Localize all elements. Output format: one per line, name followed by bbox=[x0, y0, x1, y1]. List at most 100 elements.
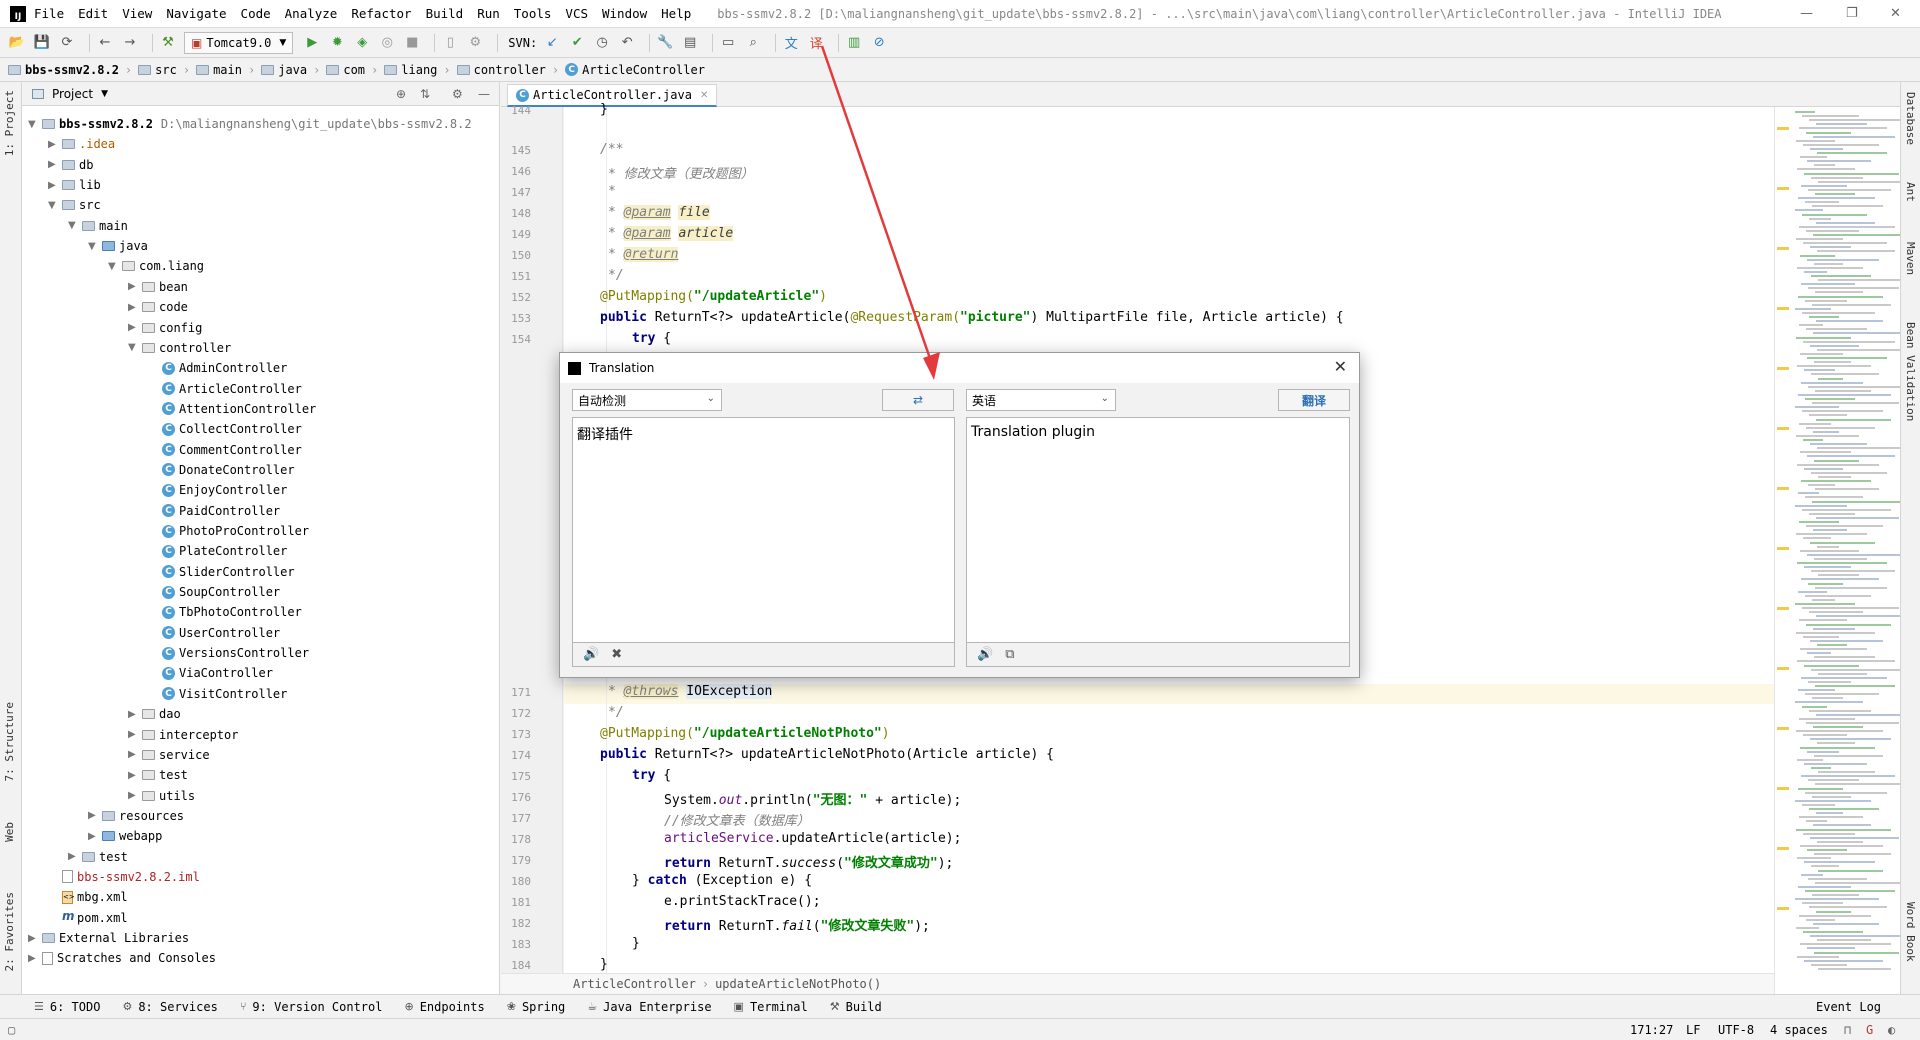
chevron-right-icon[interactable]: ▶ bbox=[88, 831, 102, 842]
tree-item[interactable]: C CollectController bbox=[148, 419, 302, 439]
save-all-icon[interactable]: 💾 bbox=[33, 34, 51, 52]
stop-icon[interactable]: ■ bbox=[403, 34, 421, 52]
menu-build[interactable]: Build bbox=[426, 6, 464, 21]
tree-item[interactable]: ▶ db bbox=[48, 155, 93, 175]
minimap-marker[interactable] bbox=[1777, 247, 1789, 250]
history-icon[interactable]: ◷ bbox=[593, 34, 611, 52]
source-text-area[interactable]: 翻译插件 bbox=[572, 417, 955, 643]
tree-item[interactable]: ▼ src bbox=[48, 195, 101, 215]
tab-word-book[interactable]: Word Book bbox=[1904, 902, 1917, 962]
minimap-marker[interactable] bbox=[1777, 307, 1789, 310]
breadcrumb-item[interactable]: controller bbox=[456, 63, 546, 77]
tree-item[interactable]: C PaidController bbox=[148, 501, 280, 521]
indent-setting[interactable]: 4 spaces bbox=[1770, 1023, 1828, 1037]
tree-item[interactable]: <> mbg.xml bbox=[48, 887, 128, 907]
tree-item[interactable]: bbs-ssmv2.8.2.iml bbox=[48, 867, 200, 887]
chevron-down-icon[interactable]: ▼ bbox=[128, 342, 142, 353]
editor-breadcrumb-class[interactable]: ArticleController bbox=[573, 977, 696, 991]
back-icon[interactable]: ← bbox=[96, 34, 114, 52]
minimap-marker[interactable] bbox=[1777, 787, 1789, 790]
tree-item[interactable]: C UserController bbox=[148, 623, 280, 643]
terminal-icon[interactable]: ▭ bbox=[719, 34, 737, 52]
menu-window[interactable]: Window bbox=[602, 6, 647, 21]
minimap-marker[interactable] bbox=[1777, 607, 1789, 610]
tool-version-control[interactable]: ⑂ 9: Version Control bbox=[240, 1000, 383, 1014]
tool-spring[interactable]: ❀ Spring bbox=[507, 1000, 566, 1014]
menu-edit[interactable]: Edit bbox=[78, 6, 108, 21]
tree-item[interactable]: C EnjoyController bbox=[148, 480, 287, 500]
breadcrumb-item[interactable]: liang bbox=[384, 63, 437, 77]
tool-terminal[interactable]: ▣ Terminal bbox=[734, 1000, 808, 1014]
chevron-down-icon[interactable]: ▼ bbox=[28, 119, 42, 130]
chevron-down-icon[interactable]: ▼ bbox=[48, 200, 62, 211]
minimap-marker[interactable] bbox=[1777, 367, 1789, 370]
menu-help[interactable]: Help bbox=[661, 6, 691, 21]
search-icon[interactable]: ⌕ bbox=[744, 34, 762, 52]
tab-web[interactable]: Web bbox=[3, 822, 16, 842]
hide-panel-icon[interactable]: — bbox=[478, 87, 490, 101]
svn-commit-icon[interactable]: ✔ bbox=[568, 34, 586, 52]
menu-analyze[interactable]: Analyze bbox=[285, 6, 338, 21]
caret-position[interactable]: 171:27 bbox=[1630, 1023, 1673, 1037]
tree-item[interactable]: ▶ resources bbox=[88, 806, 184, 826]
menu-file[interactable]: File bbox=[34, 6, 64, 21]
speaker-icon[interactable]: 🔊 bbox=[977, 647, 993, 662]
svn-update-icon[interactable]: ↙ bbox=[543, 34, 561, 52]
tab-project[interactable]: 1: Project bbox=[3, 90, 16, 156]
power-save-icon[interactable]: ⊘ bbox=[870, 34, 888, 52]
menu-refactor[interactable]: Refactor bbox=[351, 6, 411, 21]
tree-item[interactable]: ▼ controller bbox=[128, 338, 231, 358]
chevron-right-icon[interactable]: ▶ bbox=[128, 281, 142, 292]
chevron-right-icon[interactable]: ▶ bbox=[48, 180, 62, 191]
revert-icon[interactable]: ↶ bbox=[618, 34, 636, 52]
tree-item[interactable]: C PlateController bbox=[148, 541, 287, 561]
minimap-marker[interactable] bbox=[1777, 427, 1789, 430]
swap-languages-button[interactable]: ⇄ bbox=[882, 389, 954, 411]
tree-item[interactable]: ▶ test bbox=[128, 765, 188, 785]
tree-item[interactable]: C VisitController bbox=[148, 684, 287, 704]
tab-structure[interactable]: 7: Structure bbox=[3, 702, 16, 781]
minimap-marker[interactable] bbox=[1777, 847, 1789, 850]
tree-item[interactable]: ▶ dao bbox=[128, 704, 181, 724]
chevron-right-icon[interactable]: ▶ bbox=[68, 851, 82, 862]
event-log-button[interactable]: Event Log bbox=[1816, 1000, 1881, 1014]
menu-view[interactable]: View bbox=[122, 6, 152, 21]
attach-icon[interactable]: ▯ bbox=[441, 34, 459, 52]
tool-todo[interactable]: ☰ 6: TODO bbox=[34, 1000, 100, 1014]
debug-icon[interactable]: ✹ bbox=[328, 34, 346, 52]
tab-article-controller[interactable]: C ArticleController.java ✕ bbox=[507, 84, 718, 107]
project-structure-icon[interactable]: ▤ bbox=[681, 34, 699, 52]
chevron-down-icon[interactable]: ▼ bbox=[88, 241, 102, 252]
tree-item[interactable]: C ArticleController bbox=[148, 379, 302, 399]
tool-build[interactable]: ⚒ Build bbox=[830, 1000, 882, 1014]
tree-item[interactable]: C VersionsController bbox=[148, 643, 309, 663]
tab-database[interactable]: Database bbox=[1904, 92, 1917, 145]
tree-item[interactable]: ▶ External Libraries bbox=[28, 928, 189, 948]
tree-root[interactable]: ▼ bbs-ssmv2.8.2 D:\maliangnansheng\git_upd… bbox=[28, 114, 472, 134]
minimap-marker[interactable] bbox=[1777, 667, 1789, 670]
tab-favorites[interactable]: 2: Favorites bbox=[3, 892, 16, 971]
tree-item[interactable]: C PhotoProController bbox=[148, 521, 309, 541]
tool-java-enterprise[interactable]: ☕ Java Enterprise bbox=[587, 1000, 711, 1014]
minimap-marker[interactable] bbox=[1777, 727, 1789, 730]
tab-ant[interactable]: Ant bbox=[1904, 182, 1917, 202]
memory-icon[interactable]: ◐ bbox=[1888, 1023, 1895, 1037]
tool-endpoints[interactable]: ⊕ Endpoints bbox=[404, 1000, 484, 1014]
breadcrumb-item[interactable]: bbs-ssmv2.8.2 bbox=[8, 63, 119, 77]
sync-icon[interactable]: ⟳ bbox=[58, 34, 76, 52]
file-encoding[interactable]: UTF-8 bbox=[1718, 1023, 1754, 1037]
target-language-select[interactable]: 英语 ⌄ bbox=[966, 389, 1116, 411]
editor-breadcrumb-method[interactable]: updateArticleNotPhoto() bbox=[715, 977, 881, 991]
close-window-button[interactable]: ✕ bbox=[1890, 6, 1901, 21]
tree-item[interactable]: ▼ com.liang bbox=[108, 256, 204, 276]
chevron-right-icon[interactable]: ▶ bbox=[128, 770, 142, 781]
tree-item[interactable]: ▶ test bbox=[68, 847, 128, 867]
tab-maven[interactable]: Maven bbox=[1904, 242, 1917, 275]
forward-icon[interactable]: → bbox=[121, 34, 139, 52]
clear-icon[interactable]: ✖ bbox=[611, 647, 622, 662]
tree-item[interactable]: C ViaController bbox=[148, 663, 273, 683]
close-icon[interactable]: ✕ bbox=[1334, 357, 1347, 376]
chevron-right-icon[interactable]: ▶ bbox=[128, 322, 142, 333]
chevron-right-icon[interactable]: ▶ bbox=[28, 933, 42, 944]
minimap-marker[interactable] bbox=[1777, 907, 1789, 910]
